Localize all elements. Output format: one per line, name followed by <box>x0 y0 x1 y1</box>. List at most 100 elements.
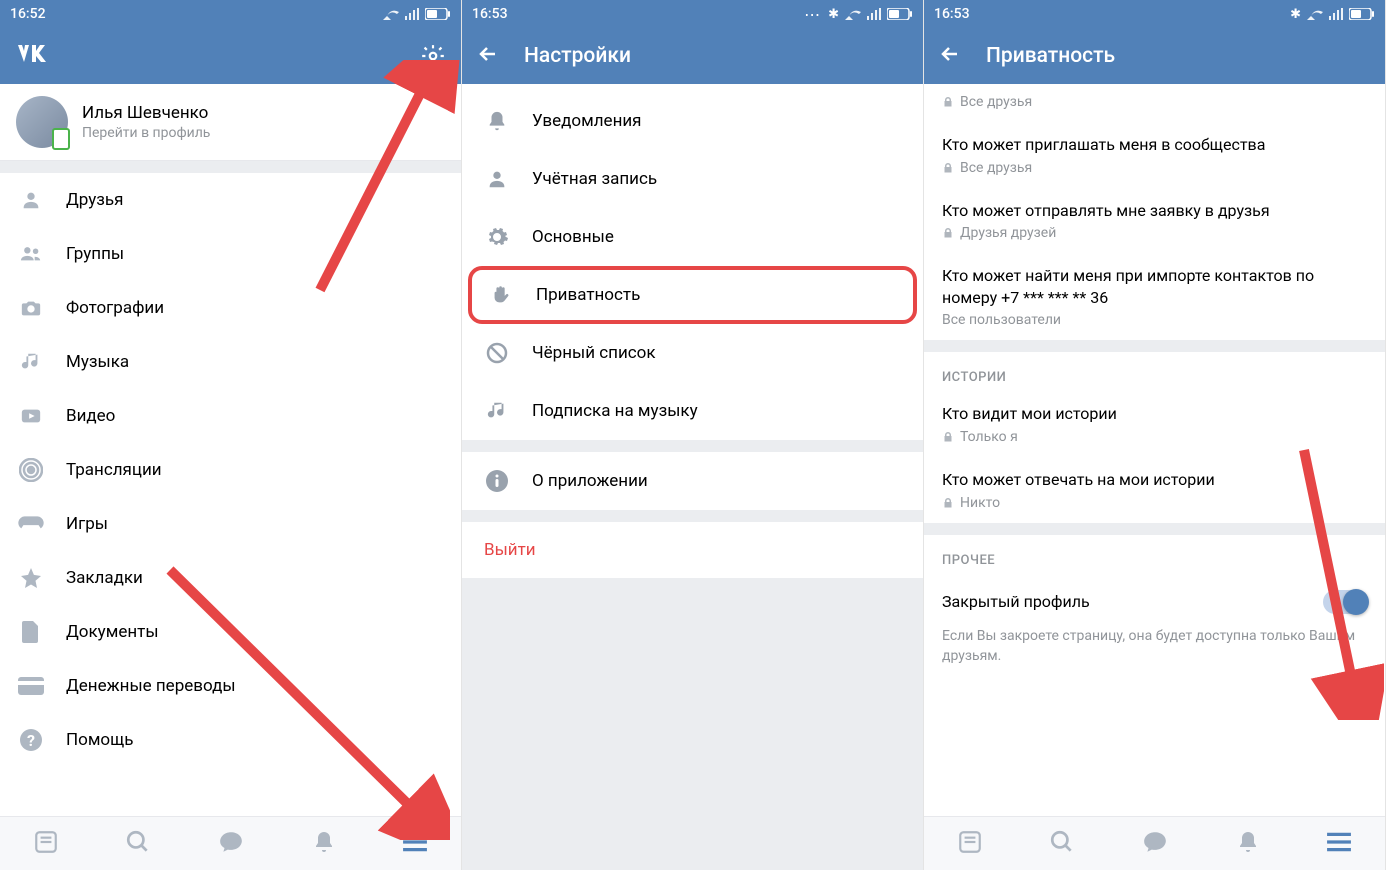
lock-icon <box>942 162 954 174</box>
settings-label: Основные <box>532 227 614 247</box>
settings-about[interactable]: О приложении <box>462 452 923 510</box>
menu-label: Группы <box>66 244 124 264</box>
nav-search-icon[interactable] <box>125 829 151 859</box>
nav-messages-icon[interactable] <box>1141 829 1169 859</box>
toggle-label: Закрытый профиль <box>942 591 1090 613</box>
settings-label: Чёрный список <box>532 343 656 363</box>
screen-menu: 16:52 Илья Шевченко Перейти в профиль Др… <box>0 0 462 870</box>
profile-row[interactable]: Илья Шевченко Перейти в профиль <box>0 84 461 161</box>
back-button[interactable] <box>938 42 962 70</box>
header: Настройки <box>462 28 923 84</box>
menu-friends[interactable]: Друзья <box>0 173 461 227</box>
people-icon <box>18 241 44 267</box>
menu-money[interactable]: Денежные переводы <box>0 659 461 713</box>
bottom-nav <box>0 816 461 870</box>
menu-label: Друзья <box>66 190 123 210</box>
privacy-who-sees-stories[interactable]: Кто видит мои истории Только я <box>924 391 1385 457</box>
privacy-find-by-phone[interactable]: Кто может найти меня при импорте контакт… <box>924 253 1385 340</box>
header-title: Приватность <box>986 44 1115 68</box>
menu-games[interactable]: Игры <box>0 497 461 551</box>
status-time: 16:53 <box>472 6 508 22</box>
settings-privacy[interactable]: Приватность <box>468 266 917 324</box>
main-menu: Друзья Группы Фотографии Музыка Видео Тр… <box>0 173 461 767</box>
privacy-title: Кто может найти меня при импорте контакт… <box>942 265 1367 308</box>
settings-label: Приватность <box>536 285 640 305</box>
settings-label: О приложении <box>532 471 648 491</box>
screen-privacy: 16:53 ✱ Приватность Все друзья Кто может… <box>924 0 1386 870</box>
person-icon <box>18 187 44 213</box>
privacy-title: Кто может отправлять мне заявку в друзья <box>942 200 1367 222</box>
privacy-title: Кто может приглашать меня в сообщества <box>942 134 1367 156</box>
status-time: 16:53 <box>934 6 970 22</box>
menu-help[interactable]: ? Помощь <box>0 713 461 767</box>
privacy-title: Кто видит мои истории <box>942 403 1367 425</box>
section-other: ПРОЧЕЕ <box>924 535 1385 574</box>
status-icons: ✱ <box>1290 7 1375 22</box>
star-icon <box>18 565 44 591</box>
menu-label: Видео <box>66 406 115 426</box>
info-icon <box>484 468 510 494</box>
menu-groups[interactable]: Группы <box>0 227 461 281</box>
lock-icon <box>942 497 954 509</box>
settings-gear-button[interactable] <box>419 42 447 70</box>
menu-label: Помощь <box>66 730 133 750</box>
profile-subtitle: Перейти в профиль <box>82 125 210 141</box>
block-icon <box>484 340 510 366</box>
privacy-value: Все пользователи <box>942 312 1061 328</box>
privacy-friend-request[interactable]: Кто может отправлять мне заявку в друзья… <box>924 188 1385 254</box>
menu-label: Музыка <box>66 352 129 372</box>
nav-search-icon[interactable] <box>1049 829 1075 859</box>
lock-icon <box>942 431 954 443</box>
menu-label: Документы <box>66 622 159 642</box>
status-icons: ⋯ ✱ <box>804 5 913 24</box>
nav-messages-icon[interactable] <box>217 829 245 859</box>
settings-music-subscription[interactable]: Подписка на музыку <box>462 382 923 440</box>
hand-icon <box>488 282 514 308</box>
lock-icon <box>942 227 954 239</box>
menu-bookmarks[interactable]: Закладки <box>0 551 461 605</box>
menu-music[interactable]: Музыка <box>0 335 461 389</box>
settings-blacklist[interactable]: Чёрный список <box>462 324 923 382</box>
menu-label: Игры <box>66 514 108 534</box>
menu-video[interactable]: Видео <box>0 389 461 443</box>
menu-label: Фотографии <box>66 298 164 318</box>
privacy-value: Друзья друзей <box>960 225 1056 241</box>
music-icon <box>18 349 44 375</box>
settings-general[interactable]: Основные <box>462 208 923 266</box>
privacy-invite-communities[interactable]: Кто может приглашать меня в сообщества В… <box>924 122 1385 188</box>
card-icon <box>18 673 44 699</box>
status-icons <box>383 8 451 20</box>
settings-account[interactable]: Учётная запись <box>462 150 923 208</box>
settings-label: Подписка на музыку <box>532 401 698 421</box>
settings-notifications[interactable]: Уведомления <box>462 92 923 150</box>
menu-live[interactable]: Трансляции <box>0 443 461 497</box>
menu-label: Трансляции <box>66 460 162 480</box>
privacy-value: Никто <box>960 495 1000 511</box>
nav-feed-icon[interactable] <box>33 829 59 859</box>
music-icon <box>484 398 510 424</box>
logout-button[interactable]: Выйти <box>462 522 923 578</box>
profile-name: Илья Шевченко <box>82 103 210 123</box>
nav-menu-icon[interactable] <box>1326 832 1352 856</box>
nav-notifications-icon[interactable] <box>312 829 336 859</box>
screen-settings: 16:53 ⋯ ✱ Настройки Уведомления Учётная … <box>462 0 924 870</box>
video-icon <box>18 403 44 429</box>
status-bar: 16:52 <box>0 0 461 28</box>
menu-photos[interactable]: Фотографии <box>0 281 461 335</box>
private-profile-toggle[interactable] <box>1323 590 1367 614</box>
broadcast-icon <box>18 457 44 483</box>
back-button[interactable] <box>476 42 500 70</box>
private-profile-hint: Если Вы закроете страницу, она будет дос… <box>924 618 1385 685</box>
status-bar: 16:53 ✱ <box>924 0 1385 28</box>
header-title: Настройки <box>524 44 631 68</box>
gear-icon <box>484 224 510 250</box>
privacy-who-replies-stories[interactable]: Кто может отвечать на мои истории Никто <box>924 457 1385 523</box>
nav-feed-icon[interactable] <box>957 829 983 859</box>
bell-icon <box>484 108 510 134</box>
privacy-title: Кто может отвечать на мои истории <box>942 469 1367 491</box>
privacy-item-partial[interactable]: Все друзья <box>924 84 1385 122</box>
nav-menu-icon[interactable] <box>402 832 428 856</box>
menu-docs[interactable]: Документы <box>0 605 461 659</box>
nav-notifications-icon[interactable] <box>1236 829 1260 859</box>
private-profile-row[interactable]: Закрытый профиль <box>924 574 1385 618</box>
